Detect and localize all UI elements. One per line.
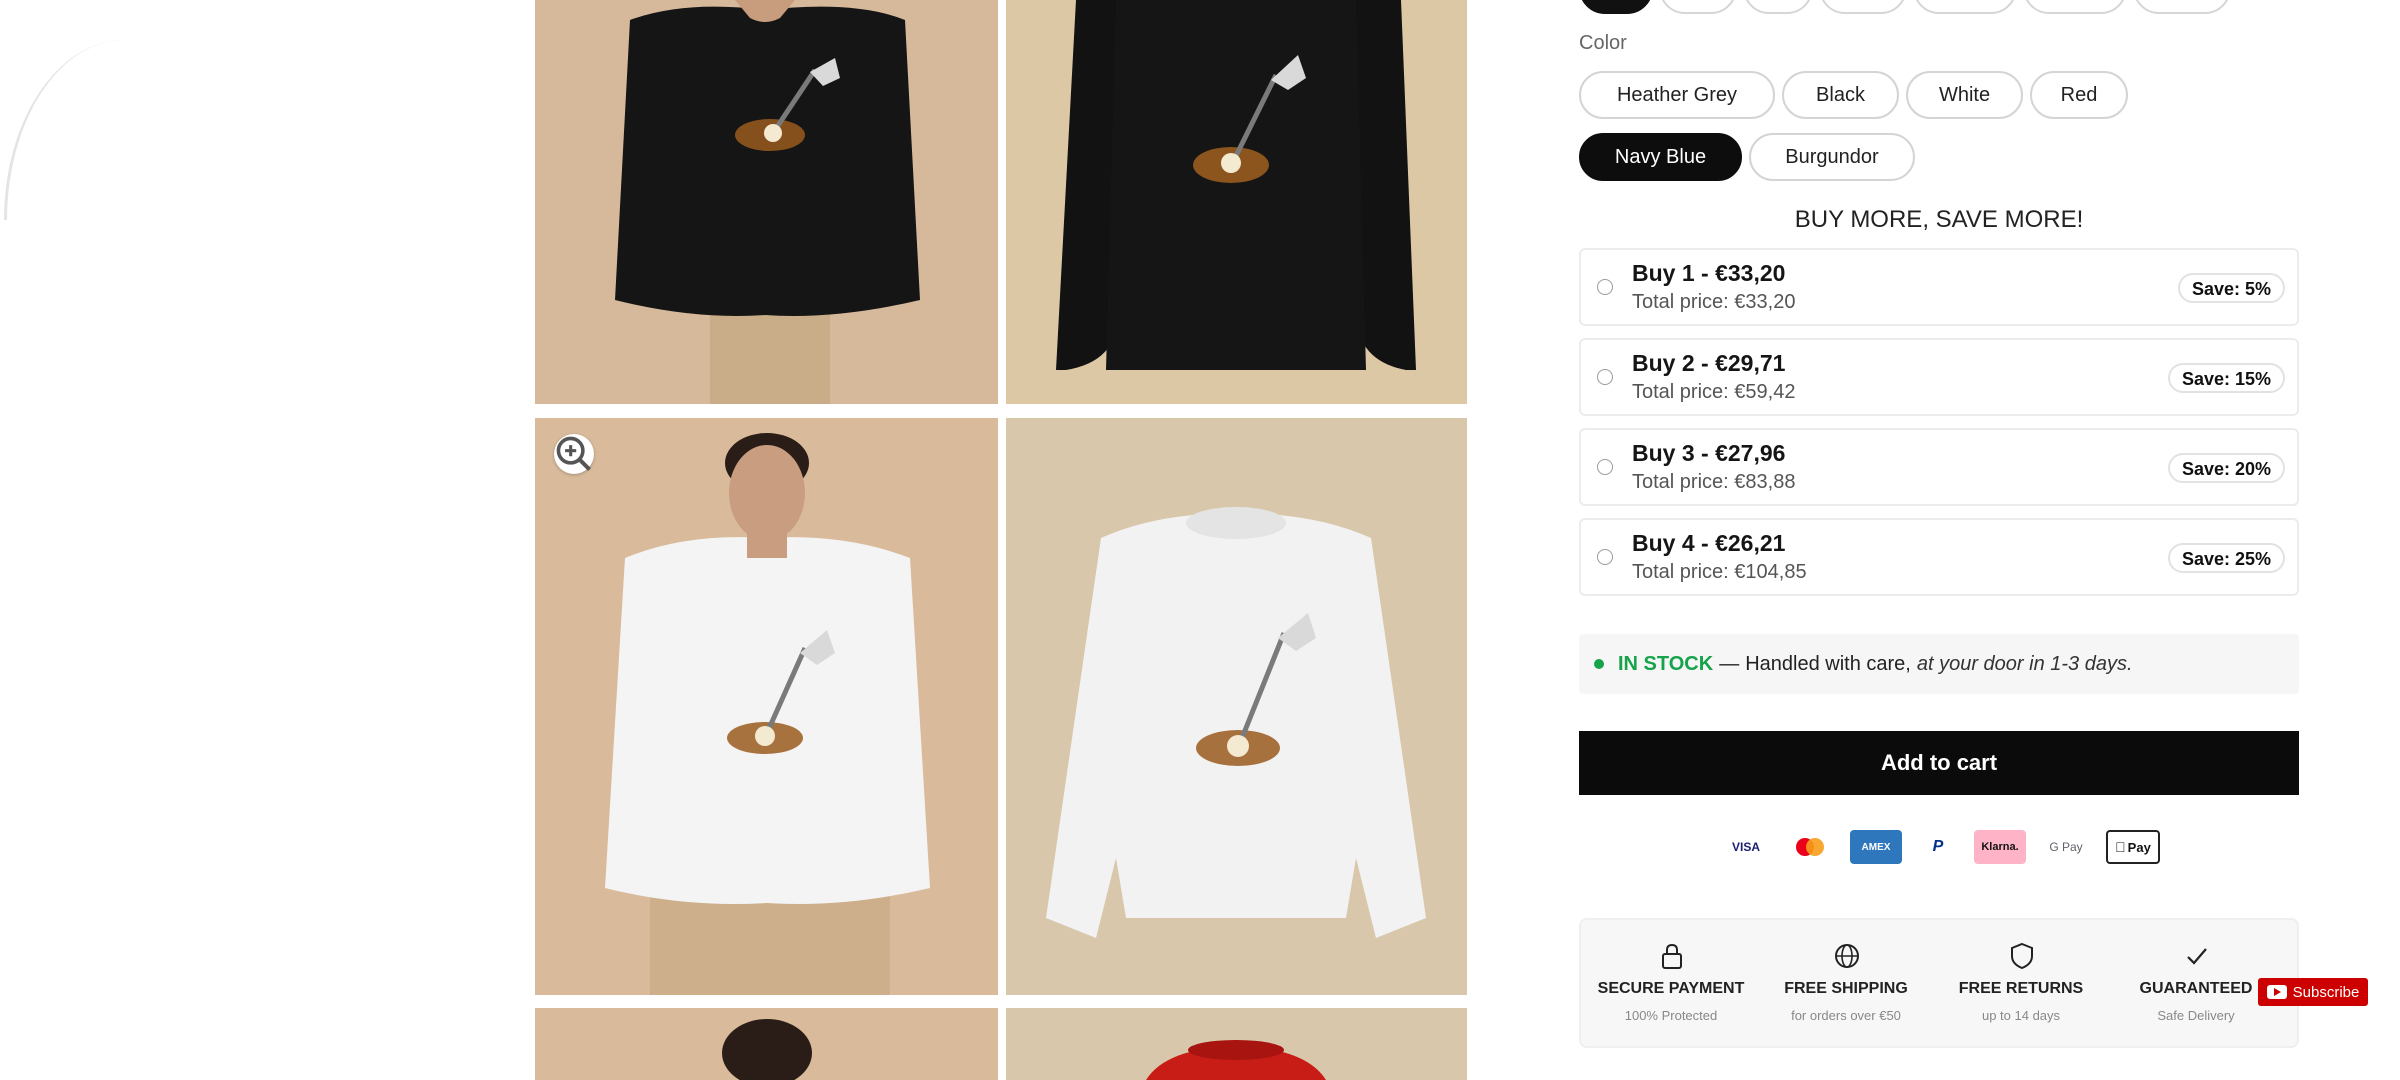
magnifier-plus-icon bbox=[556, 436, 591, 471]
color-label: Color bbox=[1579, 32, 1627, 54]
gallery-image-model-white[interactable] bbox=[535, 418, 998, 995]
zoom-button[interactable] bbox=[554, 434, 594, 474]
size-option[interactable] bbox=[1913, 0, 2017, 14]
amex-icon: AMEX bbox=[1850, 830, 1902, 864]
trust-item-free-returns: FREE RETURNS up to 14 days bbox=[1931, 920, 2111, 1050]
color-option-red[interactable]: Red bbox=[2030, 71, 2128, 119]
size-option[interactable] bbox=[1819, 0, 1907, 14]
gallery-image-red-partial[interactable] bbox=[1006, 1008, 1467, 1080]
color-option-heather-grey[interactable]: Heather Grey bbox=[1579, 71, 1775, 119]
stock-message: Handled with care, bbox=[1745, 652, 1911, 675]
radio-button[interactable] bbox=[1597, 549, 1613, 565]
bundle-total-price: Total price: €33,20 bbox=[1632, 291, 1796, 313]
radio-button[interactable] bbox=[1597, 459, 1613, 475]
save-badge: Save: 5% bbox=[2177, 273, 2285, 303]
lock-icon bbox=[1662, 943, 1682, 969]
radio-button[interactable] bbox=[1597, 279, 1613, 295]
status-dot-icon bbox=[1594, 659, 1604, 669]
bundle-option-1[interactable]: Buy 1 - €33,20 Total price: €33,20 Save:… bbox=[1579, 248, 2299, 326]
delivery-estimate: at your door in 1-3 days. bbox=[1916, 652, 2133, 675]
youtube-subscribe-button[interactable]: Subscribe bbox=[2258, 978, 2368, 1006]
apple-pay-label: Pay bbox=[2122, 839, 2151, 855]
apple-pay-icon: Pay bbox=[2106, 830, 2160, 864]
bundle-title: Buy 1 - €33,20 bbox=[1632, 260, 1786, 286]
save-badge: Save: 15% bbox=[2167, 363, 2285, 393]
globe-icon bbox=[1835, 944, 1859, 968]
gallery-image-model-black[interactable] bbox=[535, 0, 998, 404]
youtube-play-icon bbox=[2266, 985, 2287, 999]
color-option-white[interactable]: White bbox=[1906, 71, 2023, 119]
bundle-title: Buy 3 - €27,96 bbox=[1632, 440, 1786, 466]
trust-title: FREE RETURNS bbox=[1958, 980, 2084, 997]
stock-status-bar: IN STOCK — Handled with care, at your do… bbox=[1579, 634, 2299, 694]
size-option[interactable] bbox=[2023, 0, 2127, 14]
size-option-selected[interactable] bbox=[1579, 0, 1653, 14]
bundle-option-3[interactable]: Buy 3 - €27,96 Total price: €83,88 Save:… bbox=[1579, 428, 2299, 506]
radio-button[interactable] bbox=[1597, 369, 1613, 385]
color-option-black[interactable]: Black bbox=[1782, 71, 1899, 119]
stock-separator: — bbox=[1719, 652, 1740, 675]
shield-icon bbox=[2011, 942, 2033, 970]
color-option-burgundor[interactable]: Burgundor bbox=[1749, 133, 1915, 181]
decorative-arc bbox=[4, 40, 127, 220]
size-option[interactable] bbox=[2133, 0, 2231, 14]
trust-subtitle: up to 14 days bbox=[1981, 1008, 2061, 1023]
subscribe-label: Subscribe bbox=[2292, 983, 2360, 1001]
trust-subtitle: Safe Delivery bbox=[2157, 1008, 2235, 1023]
color-option-navy-blue[interactable]: Navy Blue bbox=[1579, 133, 1742, 181]
save-badge: Save: 25% bbox=[2167, 543, 2285, 573]
trust-badges: SECURE PAYMENT 100% Protected FREE SHIPP… bbox=[1579, 918, 2299, 1048]
bundle-total-price: Total price: €59,42 bbox=[1632, 381, 1796, 403]
bundle-option-2[interactable]: Buy 2 - €29,71 Total price: €59,42 Save:… bbox=[1579, 338, 2299, 416]
gallery-image-white-flatlay[interactable] bbox=[1006, 418, 1467, 995]
paypal-icon: P bbox=[1932, 838, 1944, 855]
bundle-total-price: Total price: €83,88 bbox=[1632, 471, 1796, 493]
bundle-title: Buy 4 - €26,21 bbox=[1632, 530, 1786, 556]
bundle-title: Buy 2 - €29,71 bbox=[1632, 350, 1786, 376]
bundle-total-price: Total price: €104,85 bbox=[1632, 561, 1807, 583]
bundle-promo-heading: BUY MORE, SAVE MORE! bbox=[1794, 206, 2084, 233]
stock-status-label: IN STOCK bbox=[1618, 652, 1714, 675]
google-pay-icon: G Pay bbox=[2049, 840, 2083, 854]
product-gallery bbox=[535, 0, 1467, 1080]
gallery-image-model-partial[interactable] bbox=[535, 1008, 998, 1080]
trust-subtitle: 100% Protected bbox=[1624, 1008, 1718, 1023]
trust-subtitle: for orders over €50 bbox=[1791, 1008, 1901, 1023]
size-option[interactable] bbox=[1743, 0, 1813, 14]
checkmark-icon bbox=[2187, 948, 2207, 965]
bundle-option-4[interactable]: Buy 4 - €26,21 Total price: €104,85 Save… bbox=[1579, 518, 2299, 596]
trust-title: FREE SHIPPING bbox=[1784, 980, 1908, 997]
add-to-cart-button[interactable]: Add to cart bbox=[1579, 731, 2299, 795]
gallery-image-black-flatlay[interactable] bbox=[1006, 0, 1467, 404]
trust-title: SECURE PAYMENT bbox=[1597, 980, 1745, 997]
mastercard-icon bbox=[1786, 830, 1834, 864]
size-option[interactable] bbox=[1659, 0, 1737, 14]
visa-icon: VISA bbox=[1731, 840, 1760, 854]
save-badge: Save: 20% bbox=[2167, 453, 2285, 483]
trust-item-secure-payment: SECURE PAYMENT 100% Protected bbox=[1581, 920, 1761, 1050]
trust-item-free-shipping: FREE SHIPPING for orders over €50 bbox=[1756, 920, 1936, 1050]
klarna-icon: Klarna. bbox=[1974, 830, 2026, 864]
